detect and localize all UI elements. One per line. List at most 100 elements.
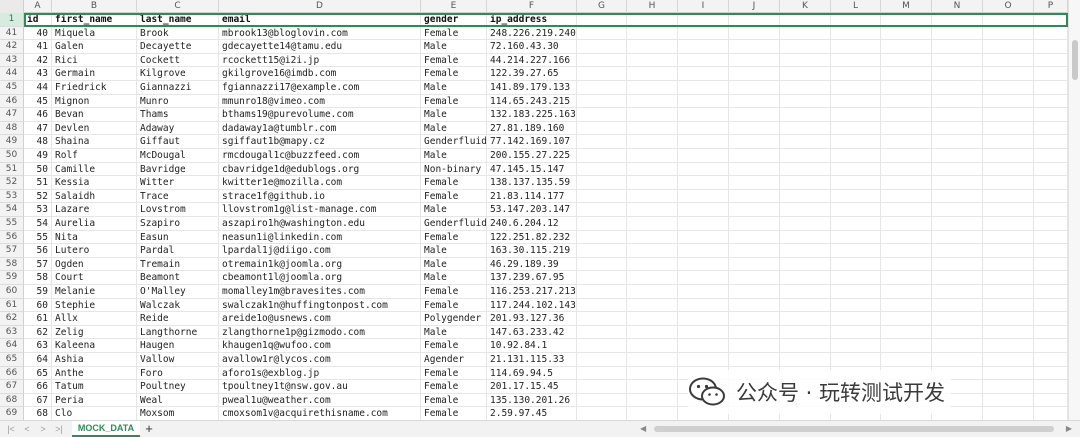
cell-first-name[interactable]: Lutero <box>52 244 137 258</box>
empty-cell[interactable] <box>881 13 932 27</box>
empty-cell[interactable] <box>932 67 983 81</box>
empty-cell[interactable] <box>881 203 932 217</box>
cell-ip-address[interactable]: 201.93.127.36 <box>487 312 577 326</box>
cell-first-name[interactable]: Peria <box>52 393 137 408</box>
cell-email[interactable]: areide1o@usnews.com <box>219 312 421 326</box>
empty-cell[interactable] <box>627 230 678 245</box>
cell-id[interactable]: 52 <box>24 189 52 204</box>
cell-ip-address[interactable]: ip_address <box>487 13 577 27</box>
empty-cell[interactable] <box>729 67 780 81</box>
empty-cell[interactable] <box>780 189 831 204</box>
empty-cell[interactable] <box>577 407 627 420</box>
empty-cell[interactable] <box>1034 257 1068 272</box>
empty-cell[interactable] <box>678 121 729 136</box>
cell-ip-address[interactable]: 114.65.243.215 <box>487 94 577 109</box>
cell-id[interactable]: 60 <box>24 298 52 313</box>
cell-gender[interactable]: Male <box>421 203 487 217</box>
select-all-corner[interactable] <box>0 0 24 13</box>
cell-ip-address[interactable]: 201.17.15.45 <box>487 380 577 394</box>
cell-email[interactable]: mbrook13@bloglovin.com <box>219 26 421 41</box>
cell-first-name[interactable]: Court <box>52 271 137 285</box>
empty-cell[interactable] <box>932 271 983 285</box>
empty-cell[interactable] <box>577 162 627 177</box>
horizontal-scroll-thumb[interactable] <box>654 426 1054 432</box>
cell-ip-address[interactable]: 44.214.227.166 <box>487 53 577 68</box>
cell-id[interactable]: 64 <box>24 353 52 367</box>
empty-cell[interactable] <box>932 339 983 353</box>
empty-cell[interactable] <box>1034 312 1068 326</box>
cell-first-name[interactable]: Friedrick <box>52 81 137 95</box>
empty-cell[interactable] <box>1034 40 1068 54</box>
empty-cell[interactable] <box>577 325 627 340</box>
empty-cell[interactable] <box>678 339 729 353</box>
empty-cell[interactable] <box>932 135 983 149</box>
cell-first-name[interactable]: Lazare <box>52 203 137 217</box>
empty-cell[interactable] <box>932 94 983 109</box>
cell-last-name[interactable]: Giannazzi <box>137 81 219 95</box>
empty-cell[interactable] <box>627 366 678 381</box>
empty-cell[interactable] <box>932 285 983 299</box>
empty-cell[interactable] <box>881 176 932 190</box>
cell-last-name[interactable]: Giffaut <box>137 135 219 149</box>
empty-cell[interactable] <box>1034 94 1068 109</box>
row-number[interactable]: 43 <box>0 53 24 68</box>
empty-cell[interactable] <box>627 339 678 353</box>
empty-cell[interactable] <box>577 40 627 54</box>
cell-gender[interactable]: Female <box>421 339 487 353</box>
empty-cell[interactable] <box>983 203 1034 217</box>
cell-ip-address[interactable]: 47.145.15.147 <box>487 162 577 177</box>
empty-cell[interactable] <box>881 244 932 258</box>
scroll-right-icon[interactable]: ▶ <box>1066 423 1072 435</box>
empty-cell[interactable] <box>678 40 729 54</box>
row-number[interactable]: 49 <box>0 135 24 149</box>
empty-cell[interactable] <box>831 121 881 136</box>
empty-cell[interactable] <box>780 13 831 27</box>
empty-cell[interactable] <box>577 393 627 408</box>
row-number[interactable]: 44 <box>0 67 24 81</box>
empty-cell[interactable] <box>881 189 932 204</box>
empty-cell[interactable] <box>627 26 678 41</box>
empty-cell[interactable] <box>577 94 627 109</box>
cell-ip-address[interactable]: 27.81.189.160 <box>487 121 577 136</box>
empty-cell[interactable] <box>729 353 780 367</box>
cell-last-name[interactable]: last_name <box>137 13 219 27</box>
empty-cell[interactable] <box>678 285 729 299</box>
cell-first-name[interactable]: Melanie <box>52 285 137 299</box>
cell-email[interactable]: gkilgrove16@imdb.com <box>219 67 421 81</box>
empty-cell[interactable] <box>831 162 881 177</box>
empty-cell[interactable] <box>729 81 780 95</box>
cell-first-name[interactable]: first_name <box>52 13 137 27</box>
empty-cell[interactable] <box>577 380 627 394</box>
empty-cell[interactable] <box>678 298 729 313</box>
empty-cell[interactable] <box>577 285 627 299</box>
empty-cell[interactable] <box>577 13 627 27</box>
empty-cell[interactable] <box>983 189 1034 204</box>
row-number[interactable]: 58 <box>0 257 24 272</box>
empty-cell[interactable] <box>627 257 678 272</box>
empty-cell[interactable] <box>1034 325 1068 340</box>
empty-cell[interactable] <box>983 217 1034 231</box>
empty-cell[interactable] <box>881 339 932 353</box>
cell-ip-address[interactable]: 72.160.43.30 <box>487 40 577 54</box>
column-header-e[interactable]: E <box>421 0 487 13</box>
empty-cell[interactable] <box>577 257 627 272</box>
cell-ip-address[interactable]: 248.226.219.240 <box>487 26 577 41</box>
empty-cell[interactable] <box>1034 135 1068 149</box>
empty-cell[interactable] <box>983 407 1034 420</box>
empty-cell[interactable] <box>831 81 881 95</box>
cell-id[interactable]: 43 <box>24 67 52 81</box>
cell-email[interactable]: cbavridge1d@edublogs.org <box>219 162 421 177</box>
cell-email[interactable]: avallow1r@lycos.com <box>219 353 421 367</box>
empty-cell[interactable] <box>983 176 1034 190</box>
empty-cell[interactable] <box>983 40 1034 54</box>
cell-first-name[interactable]: Rolf <box>52 149 137 163</box>
cell-gender[interactable]: Non-binary <box>421 162 487 177</box>
empty-cell[interactable] <box>881 271 932 285</box>
empty-cell[interactable] <box>627 217 678 231</box>
cell-last-name[interactable]: Cockett <box>137 53 219 68</box>
row-number[interactable]: 53 <box>0 189 24 204</box>
column-header-m[interactable]: M <box>881 0 932 13</box>
cell-id[interactable]: 61 <box>24 312 52 326</box>
next-sheet-nav-icon[interactable]: > <box>38 423 48 435</box>
cell-last-name[interactable]: Szapiro <box>137 217 219 231</box>
